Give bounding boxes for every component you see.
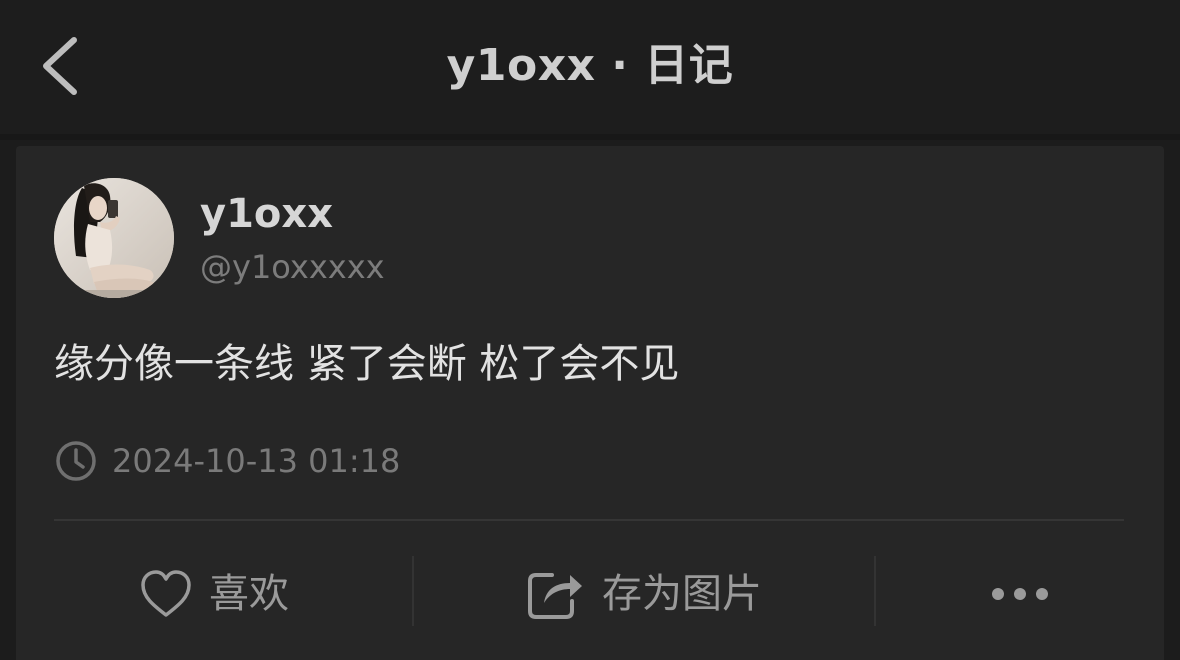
save-as-image-label: 存为图片: [602, 571, 762, 617]
top-bar: y1oxx · 日记: [0, 0, 1180, 140]
post-card: y1oxx @y1oxxxxx 缘分像一条线 紧了会断 松了会不见 2024-1…: [16, 146, 1164, 660]
save-as-image-button[interactable]: 存为图片: [414, 554, 874, 634]
timestamp-row: 2024-10-13 01:18: [54, 436, 400, 486]
post-content: 缘分像一条线 紧了会断 松了会不见: [54, 341, 680, 387]
more-dots-icon: [992, 588, 1048, 600]
more-button[interactable]: [876, 554, 1164, 634]
like-button[interactable]: 喜欢: [16, 554, 412, 634]
page-title: y1oxx · 日记: [446, 40, 734, 91]
diary-screen: y1oxx · 日记 y1oxx @y1oxxxxx 缘分像一条线 紧了会断 松…: [0, 0, 1180, 660]
share-export-icon: [528, 573, 582, 619]
author-name[interactable]: y1oxx: [200, 188, 333, 240]
avatar-photo: [54, 178, 174, 298]
clock-icon: [56, 441, 96, 481]
action-bar: 喜欢 存为图片: [16, 554, 1164, 634]
heart-outline-icon: [141, 570, 191, 617]
author-handle: @y1oxxxxx: [200, 248, 385, 286]
post-timestamp: 2024-10-13 01:18: [112, 442, 401, 480]
like-label: 喜欢: [209, 571, 289, 617]
avatar[interactable]: [54, 178, 174, 298]
divider: [54, 519, 1124, 521]
